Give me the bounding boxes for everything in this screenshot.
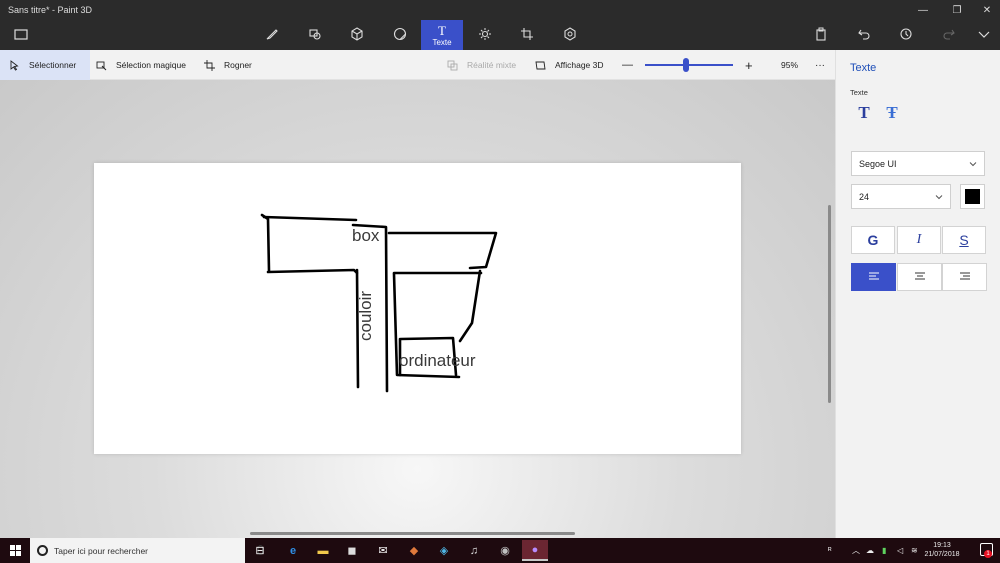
clock-date: 21/07/2018 bbox=[924, 551, 960, 558]
store-icon[interactable]: ◼ bbox=[339, 540, 365, 561]
magic-select-button[interactable]: Sélection magique bbox=[96, 50, 186, 80]
3d-library-icon[interactable] bbox=[556, 22, 584, 46]
text-tool-button[interactable]: T Texte bbox=[421, 20, 463, 50]
effects-icon[interactable] bbox=[471, 22, 499, 46]
canvas-text-ordinateur[interactable]: ordinateur bbox=[399, 351, 476, 371]
canvas-icon[interactable] bbox=[513, 22, 541, 46]
undo-icon[interactable] bbox=[850, 22, 878, 46]
canvas-text-box[interactable]: box bbox=[352, 226, 379, 246]
menu-folder-icon[interactable] bbox=[7, 22, 35, 46]
people-icon[interactable]: ᴿ bbox=[828, 538, 832, 563]
panel-title: Texte bbox=[850, 62, 877, 74]
view-3d-icon bbox=[535, 61, 546, 69]
mixed-reality-icon bbox=[447, 60, 458, 70]
close-button[interactable]: ✕ bbox=[973, 2, 1000, 18]
align-center-icon bbox=[914, 272, 925, 280]
mixed-reality-label: Réalité mixte bbox=[467, 60, 517, 70]
notification-badge: 1 bbox=[984, 550, 992, 558]
3d-text-icon[interactable]: Ŧ bbox=[883, 104, 901, 122]
plain-text-icon[interactable]: T bbox=[855, 104, 873, 122]
window-title: Sans titre* - Paint 3D bbox=[8, 5, 93, 15]
cursor-icon bbox=[10, 59, 19, 71]
drawing-canvas[interactable]: box couloir ordinateur bbox=[94, 163, 741, 454]
zoom-slider-track[interactable] bbox=[645, 64, 733, 66]
font-family-dropdown[interactable]: Segoe UI bbox=[851, 151, 985, 176]
edge-icon[interactable]: e bbox=[280, 540, 306, 561]
bold-button[interactable]: G bbox=[851, 226, 895, 254]
taskbar-clock[interactable]: 19:13 21/07/2018 bbox=[922, 541, 962, 559]
view-3d-button[interactable]: Affichage 3D bbox=[535, 50, 604, 80]
crop-label: Rogner bbox=[224, 60, 252, 70]
restore-button[interactable]: ❐ bbox=[943, 2, 971, 18]
panel-subtitle: Texte bbox=[850, 88, 868, 97]
select-label: Sélectionner bbox=[29, 60, 77, 70]
chevron-down-icon bbox=[969, 162, 977, 167]
stickers-icon[interactable] bbox=[386, 22, 414, 46]
align-right-button[interactable] bbox=[942, 263, 987, 291]
redo-icon bbox=[935, 22, 963, 46]
underline-button[interactable]: S bbox=[942, 226, 986, 254]
file-explorer-icon[interactable]: ▬ bbox=[310, 540, 336, 561]
font-size-dropdown[interactable]: 24 bbox=[851, 184, 951, 209]
chevron-down-icon[interactable] bbox=[970, 22, 998, 46]
align-center-button[interactable] bbox=[897, 263, 942, 291]
windows-taskbar: Taper ici pour rechercher ⊟ e ▬ ◼ ✉ ◆ ◈ … bbox=[0, 538, 1000, 563]
italic-button[interactable]: I bbox=[897, 226, 941, 254]
taskbar-search[interactable]: Taper ici pour rechercher bbox=[30, 538, 263, 563]
horizontal-scrollbar[interactable] bbox=[250, 532, 575, 535]
mail-icon[interactable]: ✉ bbox=[370, 540, 396, 561]
canvas-text-couloir[interactable]: couloir bbox=[356, 291, 376, 341]
vertical-scrollbar[interactable] bbox=[828, 205, 831, 403]
start-button[interactable] bbox=[0, 538, 30, 563]
3d-shapes-icon[interactable] bbox=[343, 22, 371, 46]
crop-button[interactable]: Rogner bbox=[204, 50, 252, 80]
history-icon[interactable] bbox=[892, 22, 920, 46]
windows-logo-icon bbox=[9, 545, 21, 556]
view-3d-label: Affichage 3D bbox=[555, 60, 604, 70]
2d-shapes-icon[interactable] bbox=[301, 22, 329, 46]
text-properties-panel: Texte Texte T Ŧ Segoe UI 24 G I S bbox=[835, 50, 1000, 538]
app-icon-orange[interactable]: ◆ bbox=[401, 540, 427, 561]
text-icon: T bbox=[438, 23, 446, 38]
task-view-icon[interactable]: ⊟ bbox=[247, 540, 273, 561]
battery-icon[interactable]: ▮ bbox=[882, 538, 886, 563]
zoom-value[interactable]: 95% bbox=[781, 50, 798, 80]
app-icon-cube[interactable]: ◈ bbox=[431, 540, 457, 561]
paste-icon[interactable] bbox=[807, 22, 835, 46]
select-button[interactable]: Sélectionner bbox=[0, 50, 91, 80]
network-icon[interactable]: ≋ bbox=[911, 538, 918, 563]
zoom-in-button[interactable]: + bbox=[745, 50, 753, 80]
search-placeholder: Taper ici pour rechercher bbox=[54, 545, 149, 556]
crop-icon bbox=[204, 59, 215, 71]
paint-3d-taskbar-icon[interactable]: ● bbox=[522, 540, 548, 561]
font-size-value: 24 bbox=[859, 191, 870, 202]
tray-chevron-icon[interactable]: ︿ bbox=[852, 538, 860, 563]
font-family-value: Segoe UI bbox=[859, 158, 897, 169]
magic-select-label: Sélection magique bbox=[116, 60, 186, 70]
mixed-reality-button: Réalité mixte bbox=[447, 50, 516, 80]
hand-drawn-floorplan bbox=[260, 213, 498, 393]
more-options-button[interactable]: ··· bbox=[815, 50, 825, 80]
magic-select-icon bbox=[96, 61, 107, 70]
title-bar: Sans titre* - Paint 3D — ❐ ✕ T Texte bbox=[0, 0, 1000, 50]
volume-icon[interactable]: ◁ bbox=[897, 538, 903, 563]
brushes-icon[interactable] bbox=[258, 22, 286, 46]
onedrive-icon[interactable]: ☁ bbox=[866, 538, 874, 563]
cortana-icon bbox=[37, 545, 48, 556]
zoom-slider-thumb[interactable] bbox=[683, 58, 689, 72]
text-tool-label: Texte bbox=[432, 38, 452, 47]
app-icon-grey[interactable]: ◉ bbox=[492, 540, 518, 561]
align-left-button[interactable] bbox=[851, 263, 896, 291]
clock-time: 19:13 bbox=[933, 542, 951, 549]
align-left-icon bbox=[868, 272, 879, 280]
text-color-swatch[interactable] bbox=[960, 184, 985, 209]
align-right-icon bbox=[959, 272, 970, 280]
color-fill bbox=[965, 189, 980, 204]
chevron-down-icon bbox=[935, 195, 943, 200]
itunes-icon[interactable]: ♫ bbox=[461, 540, 487, 561]
zoom-out-button[interactable]: — bbox=[622, 50, 633, 80]
minimize-button[interactable]: — bbox=[909, 2, 937, 18]
